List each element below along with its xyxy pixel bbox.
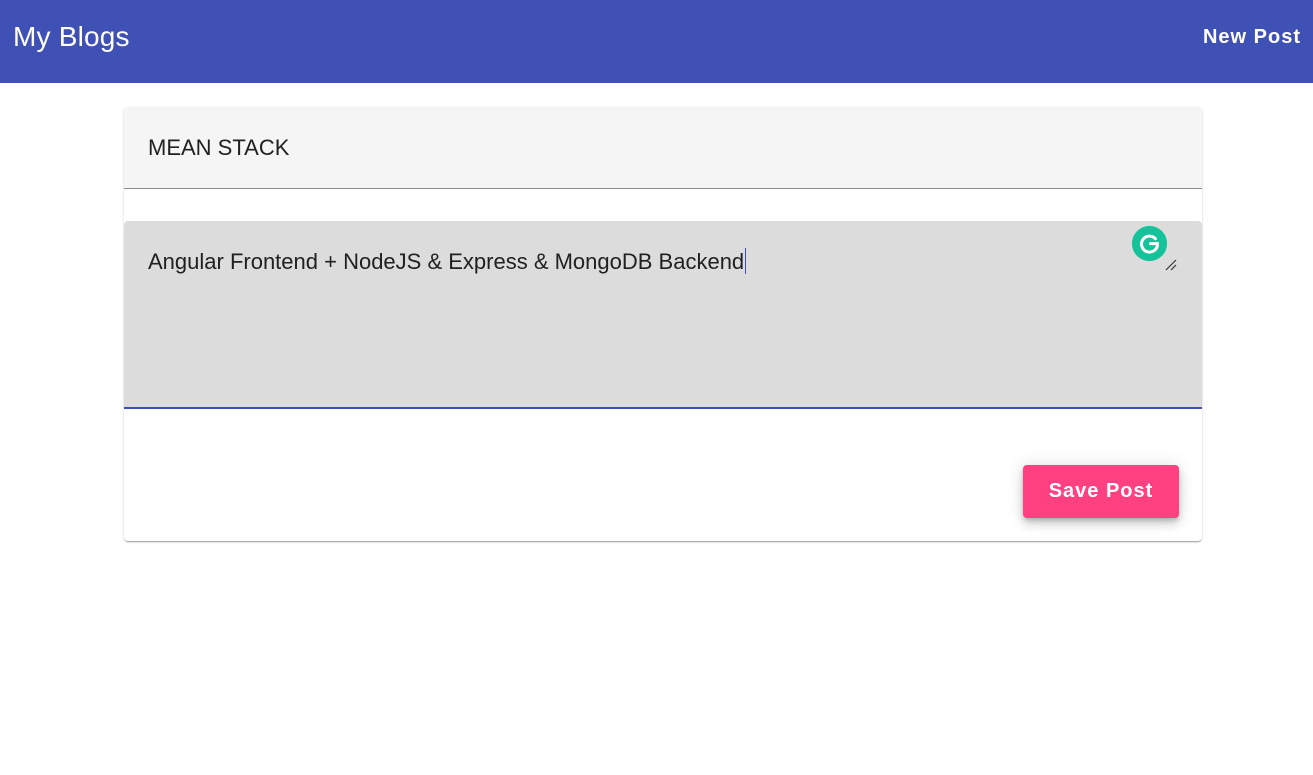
top-toolbar: My Blogs New Post xyxy=(0,0,1313,83)
new-post-link[interactable]: New Post xyxy=(1203,23,1301,51)
post-create-card: MEAN STACK Angular Frontend + NodeJS & E… xyxy=(124,107,1202,541)
grammarly-icon[interactable] xyxy=(1132,226,1167,261)
resize-handle-icon[interactable] xyxy=(1164,258,1178,272)
app-title: My Blogs xyxy=(13,21,130,52)
post-content-textarea[interactable]: Angular Frontend + NodeJS & Express & Mo… xyxy=(148,248,747,276)
post-content-text: Angular Frontend + NodeJS & Express & Mo… xyxy=(148,249,745,274)
save-post-button[interactable]: Save Post xyxy=(1023,465,1179,518)
post-title-field[interactable]: MEAN STACK xyxy=(124,107,1202,189)
post-content-field[interactable]: Angular Frontend + NodeJS & Express & Mo… xyxy=(124,221,1202,409)
text-caret xyxy=(745,248,747,274)
post-title-input[interactable]: MEAN STACK xyxy=(148,134,289,162)
